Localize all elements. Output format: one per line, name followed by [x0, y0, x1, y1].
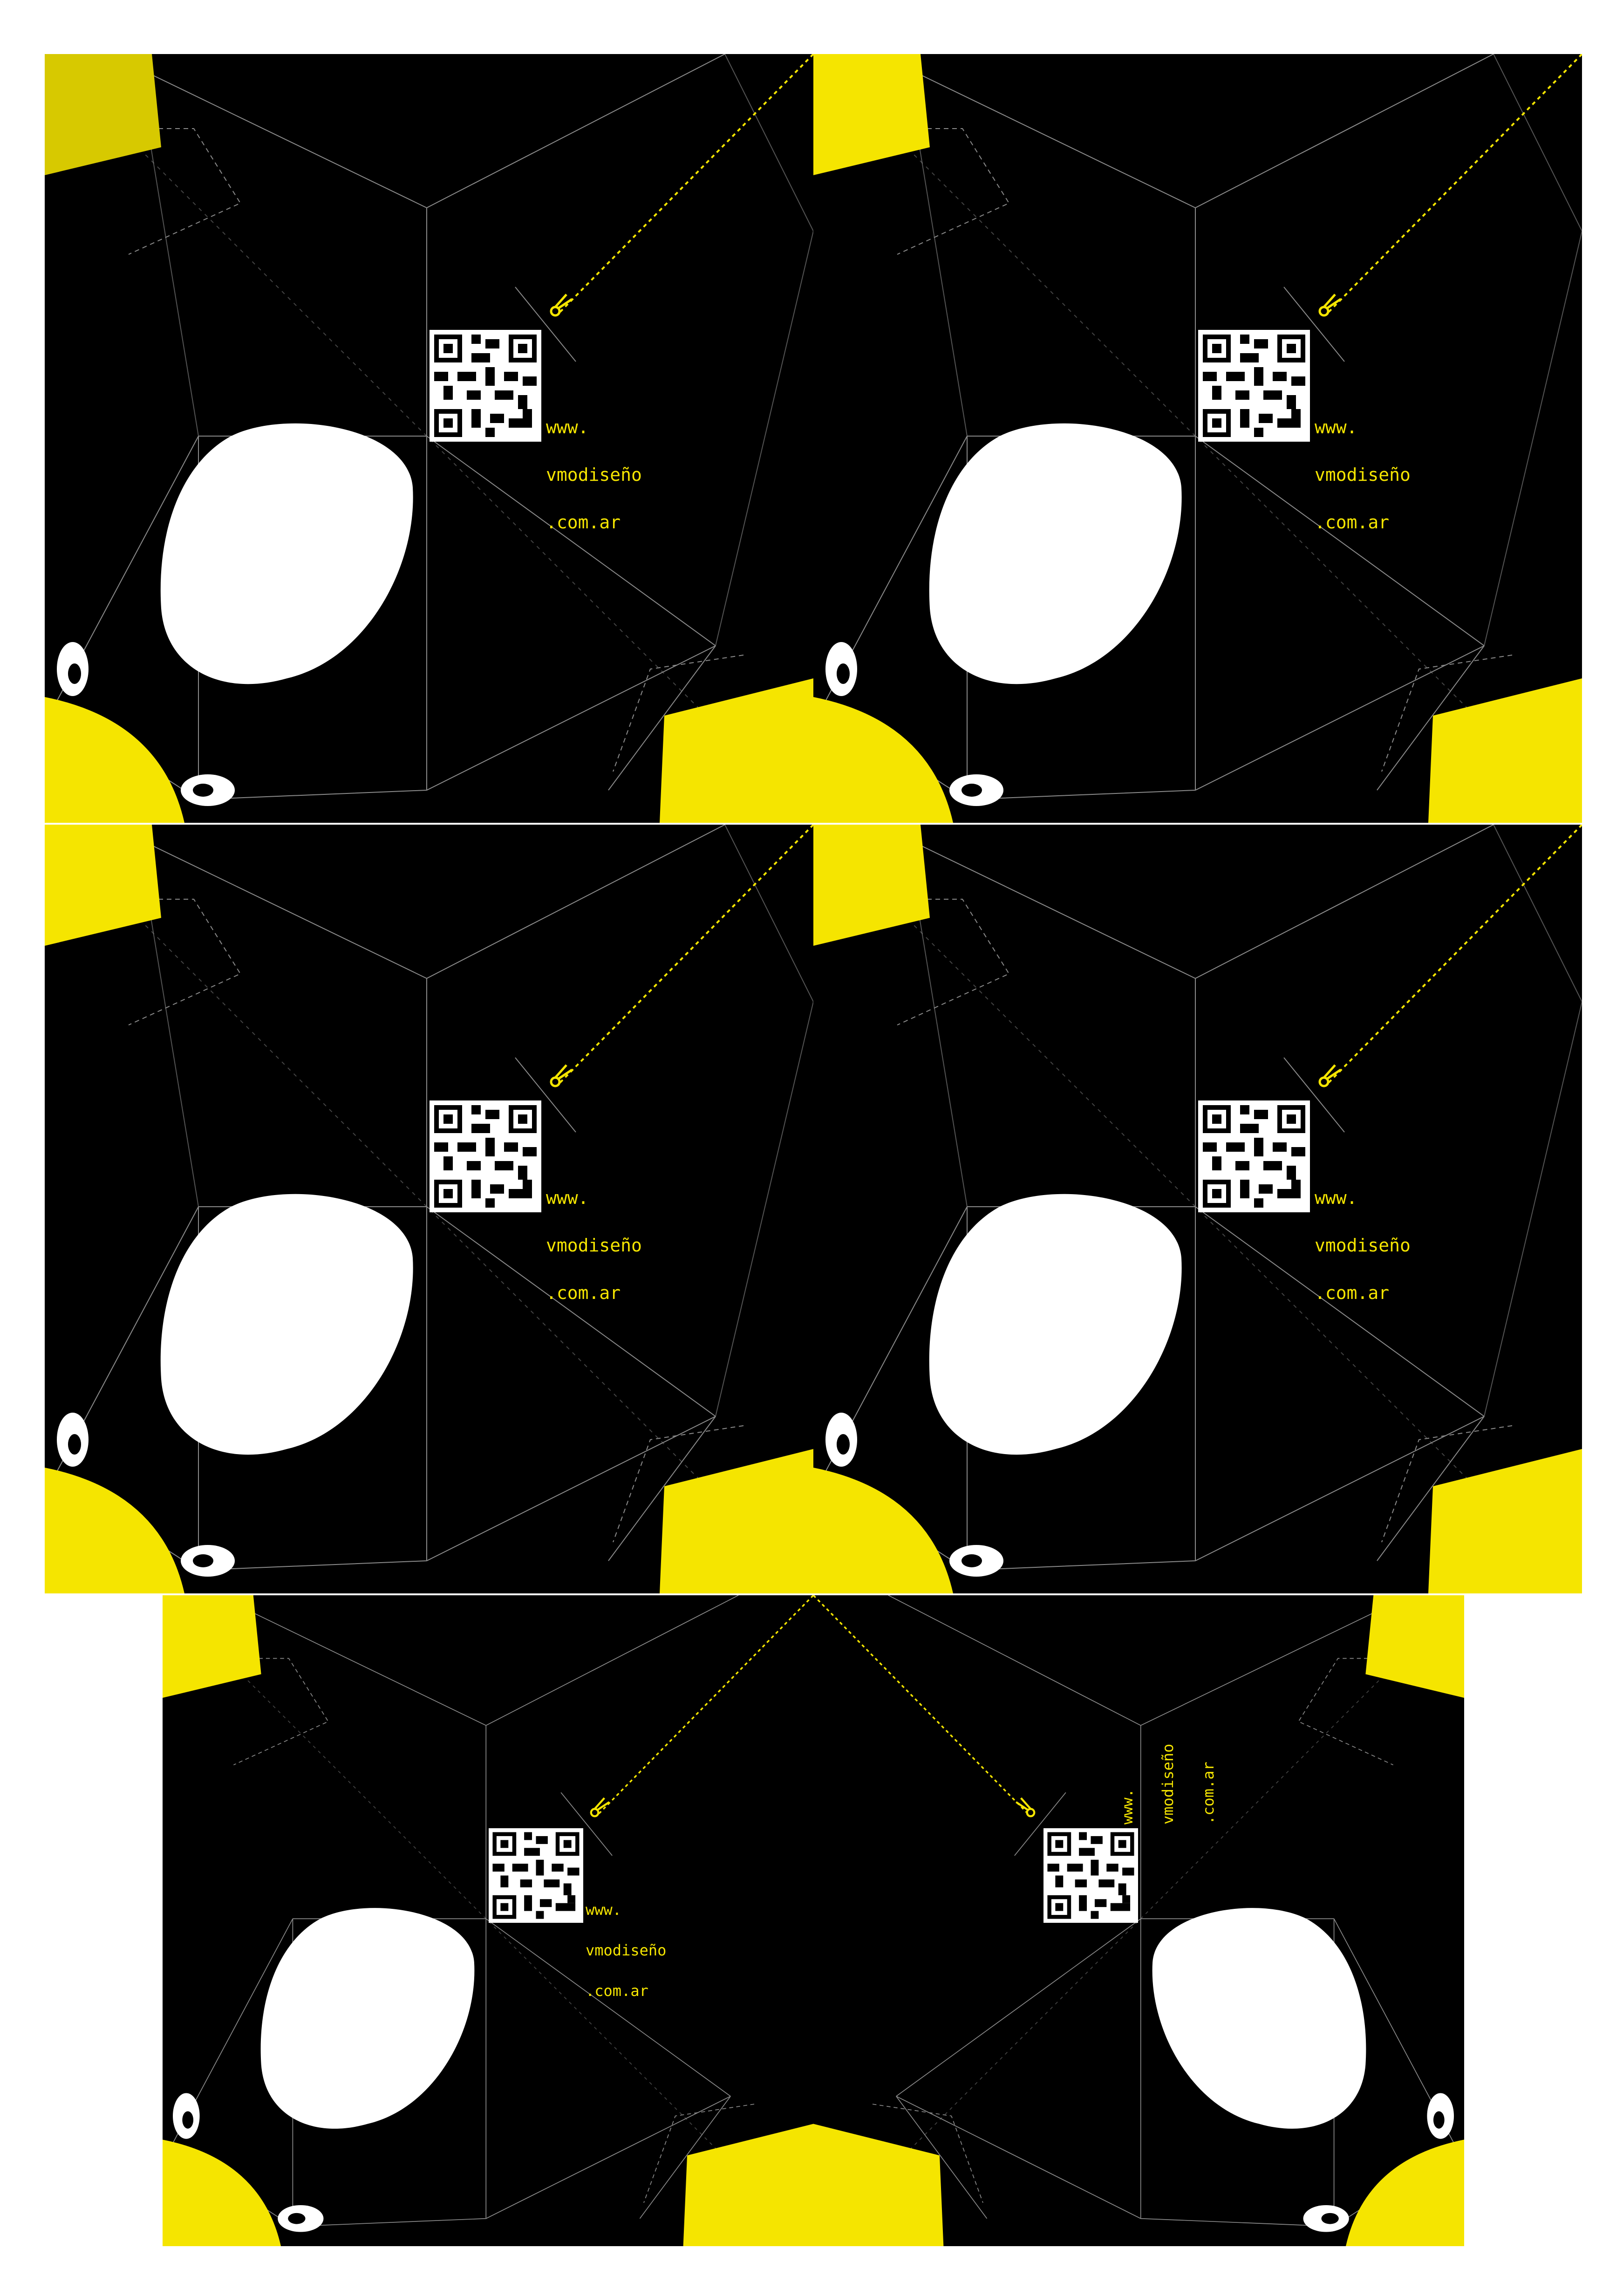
- url-line-1: www.: [546, 417, 589, 437]
- url-line-3: .com.ar: [1200, 1762, 1217, 1824]
- qr-code-icon: [1043, 1828, 1138, 1923]
- qr-code[interactable]: [430, 330, 541, 442]
- url-line-3: .com.ar: [546, 512, 621, 533]
- scissors-icon: [1015, 1797, 1036, 1818]
- scissors-icon: [550, 1064, 573, 1087]
- qr-code-icon: [430, 330, 541, 442]
- qr-code-icon: [1198, 1100, 1310, 1212]
- qr-code[interactable]: [1198, 1100, 1310, 1212]
- url-line-1: www.: [1118, 1788, 1136, 1824]
- scissors-icon: [590, 1797, 610, 1818]
- panel-artwork: [813, 54, 1582, 823]
- url-line-3: .com.ar: [586, 1982, 648, 2000]
- url-line-2: vmodiseño: [546, 465, 642, 485]
- url-line-3: .com.ar: [546, 1283, 621, 1303]
- url-line-3: .com.ar: [1315, 1283, 1390, 1303]
- qr-code-icon: [430, 1100, 541, 1212]
- url-line-1: www.: [1315, 417, 1357, 437]
- template-panel-6-mirrored: www. vmodiseño .com.ar: [813, 1595, 1464, 2246]
- qr-code-icon: [1198, 330, 1310, 442]
- url-line-2: vmodiseño: [1315, 1235, 1411, 1256]
- qr-code[interactable]: [1198, 330, 1310, 442]
- website-url[interactable]: www. vmodiseño .com.ar: [1094, 1744, 1242, 1824]
- scissors-icon: [1318, 294, 1342, 317]
- url-line-3: .com.ar: [1315, 512, 1390, 533]
- scissors-icon: [550, 294, 573, 317]
- panel-artwork: [813, 825, 1582, 1593]
- url-line-2: vmodiseño: [1159, 1743, 1177, 1824]
- panel-artwork: [163, 1595, 813, 2246]
- qr-code[interactable]: [1043, 1828, 1138, 1923]
- template-panel-2: www. vmodiseño .com.ar: [813, 54, 1582, 823]
- template-panel-3: www. vmodiseño .com.ar: [45, 825, 813, 1593]
- panel-artwork: [813, 1595, 1464, 2246]
- panel-artwork: [45, 54, 813, 823]
- qr-code-icon: [489, 1828, 583, 1923]
- scissors-icon: [1318, 1064, 1342, 1087]
- url-line-2: vmodiseño: [1315, 465, 1411, 485]
- qr-code[interactable]: [430, 1100, 541, 1212]
- website-url[interactable]: www. vmodiseño .com.ar: [1315, 1158, 1411, 1332]
- website-url[interactable]: www. vmodiseño .com.ar: [546, 1158, 642, 1332]
- template-panel-5: www. vmodiseño .com.ar: [163, 1595, 813, 2246]
- url-line-2: vmodiseño: [586, 1941, 667, 1959]
- website-url[interactable]: www. vmodiseño .com.ar: [1315, 388, 1411, 562]
- template-panel-1: www. vmodiseño .com.ar: [45, 54, 813, 823]
- website-url[interactable]: www. vmodiseño .com.ar: [586, 1876, 666, 2025]
- url-line-1: www.: [1315, 1188, 1357, 1208]
- panel-artwork: [45, 825, 813, 1593]
- url-line-1: www.: [586, 1901, 622, 1919]
- qr-code[interactable]: [489, 1828, 583, 1923]
- template-panel-4: www. vmodiseño .com.ar: [813, 825, 1582, 1593]
- website-url[interactable]: www. vmodiseño .com.ar: [546, 388, 642, 562]
- url-line-1: www.: [546, 1188, 589, 1208]
- url-line-2: vmodiseño: [546, 1235, 642, 1256]
